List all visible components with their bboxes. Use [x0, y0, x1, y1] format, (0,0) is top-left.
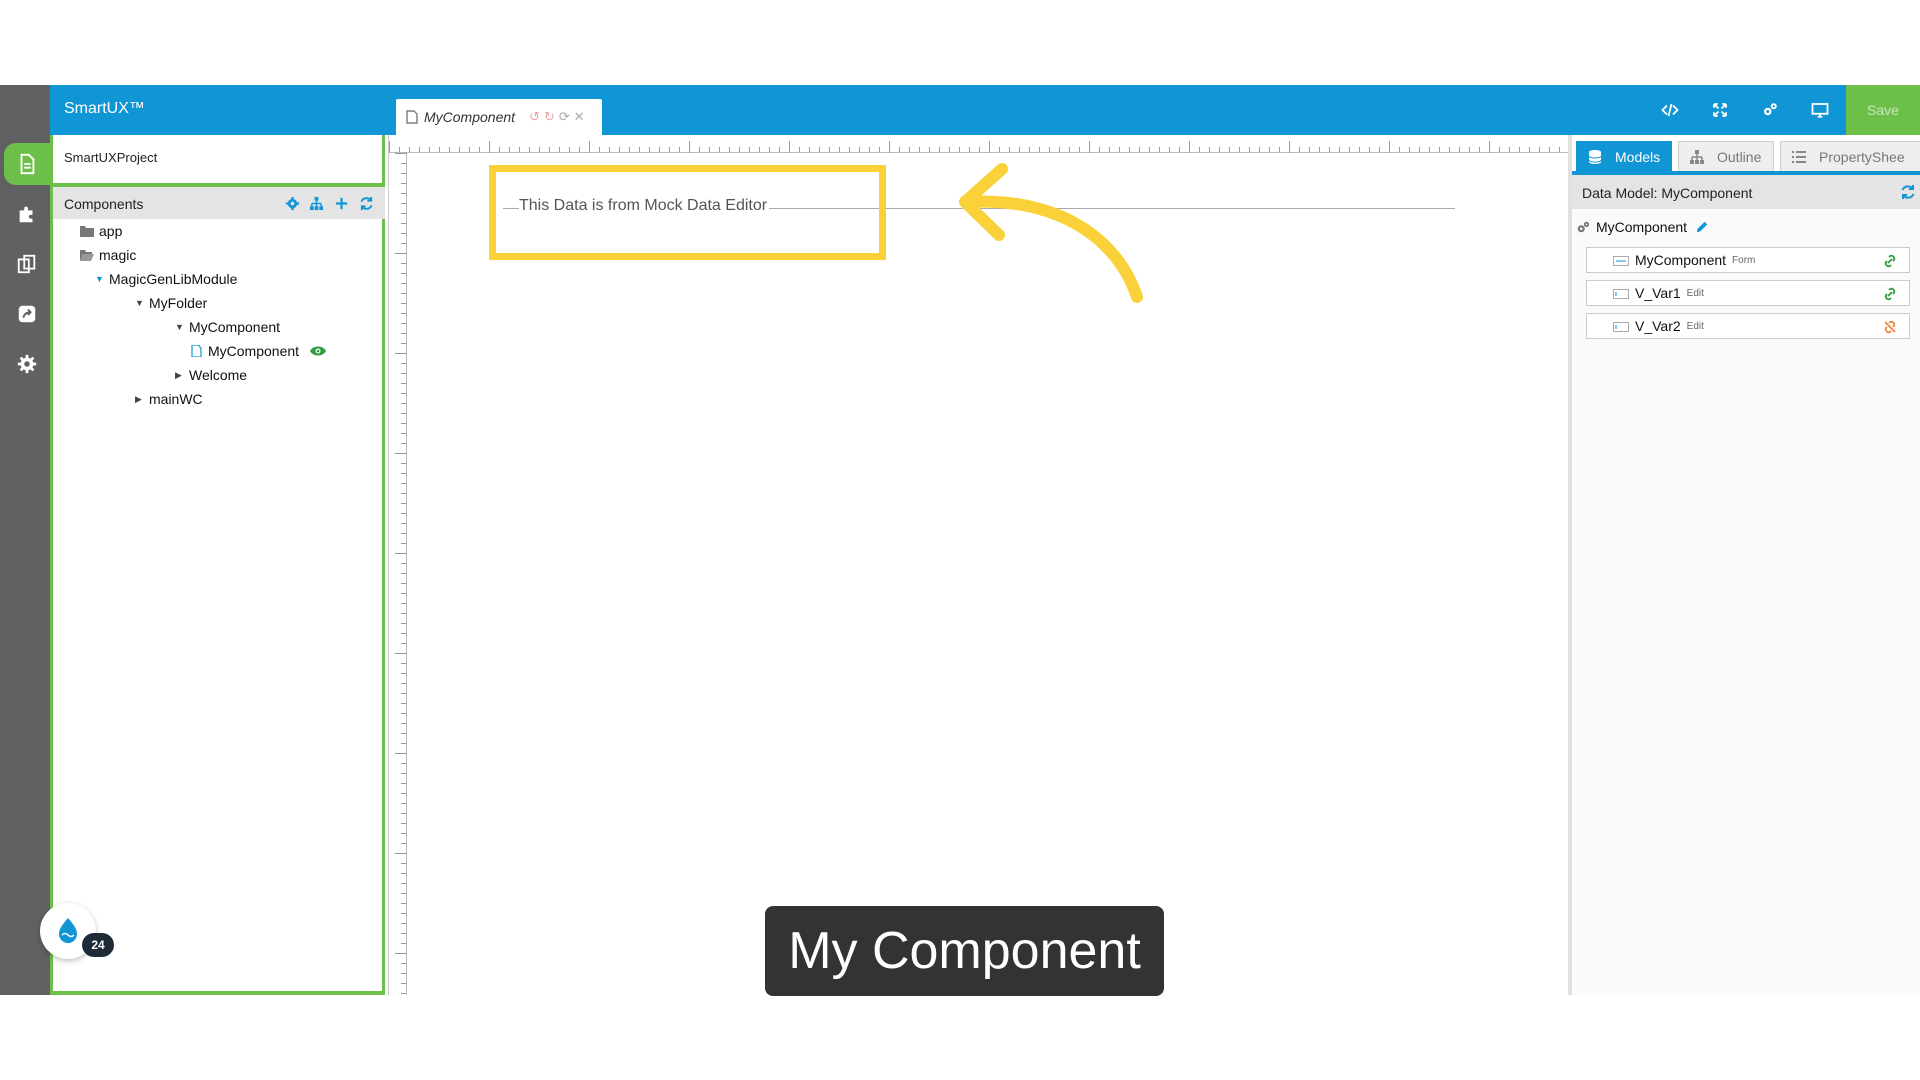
undo-icon[interactable]: ↺ [529, 110, 540, 124]
unlink-icon[interactable] [1883, 320, 1897, 334]
app-brand: SmartUX™ [64, 100, 145, 117]
magic-logo-icon [59, 918, 77, 943]
highlight-box [489, 165, 886, 260]
rail-plugins-button[interactable] [4, 193, 50, 235]
editor-tab[interactable]: MyComponent ↺ ↻ ⟳ ✕ [396, 99, 602, 135]
tab-propertysheet[interactable]: PropertyShee [1780, 141, 1920, 171]
link-icon[interactable] [1883, 287, 1897, 301]
tree-node-app[interactable]: app [80, 221, 122, 241]
data-model-row[interactable]: MyComponent Form [1586, 247, 1910, 273]
save-button[interactable]: Save [1846, 85, 1920, 135]
caret-down-icon[interactable]: ▼ [175, 322, 185, 332]
puzzle-icon [19, 206, 33, 223]
data-model-root[interactable]: MyComponent [1576, 219, 1715, 235]
gear-icon [285, 196, 299, 210]
file-icon [191, 345, 202, 357]
rail-share-button[interactable] [4, 293, 50, 335]
caret-down-icon[interactable]: ▼ [95, 274, 105, 284]
database-icon [1588, 149, 1602, 164]
data-model-title: Data Model: MyComponent [1582, 185, 1753, 201]
arrow-annotation-icon [959, 163, 1143, 303]
refresh-icon[interactable]: ⟳ [559, 110, 570, 124]
gears-icon [1764, 103, 1777, 116]
video-caption: My Component [765, 906, 1164, 996]
data-model-row[interactable]: V_Var1 Edit [1586, 280, 1910, 306]
rail-settings-button[interactable] [4, 343, 50, 385]
project-name: SmartUXProject [64, 150, 158, 165]
sitemap-icon [309, 196, 323, 210]
tree-node-mycomponent-folder[interactable]: ▼ MyComponent [175, 317, 280, 337]
notification-count-badge: 24 [82, 933, 114, 957]
settings-button[interactable] [1758, 98, 1782, 122]
caret-down-icon[interactable]: ▼ [135, 298, 145, 308]
share-icon [18, 305, 36, 323]
project-panel: SmartUXProject Components app magic ▼ Ma… [53, 135, 385, 995]
tab-models[interactable]: Models [1576, 141, 1672, 171]
components-refresh-button[interactable] [358, 195, 374, 211]
pencil-icon[interactable] [1695, 220, 1709, 234]
gears-icon [1577, 221, 1590, 233]
rail-pages-button[interactable] [4, 143, 50, 185]
preview-button[interactable] [1808, 98, 1832, 122]
components-add-button[interactable] [333, 195, 349, 211]
tree-node-magicgenlibmodule[interactable]: ▼ MagicGenLibModule [95, 269, 237, 289]
monitor-icon [1811, 103, 1829, 118]
form-field-icon [1613, 256, 1629, 266]
folder-open-icon [80, 250, 94, 261]
tree-node-mainwc[interactable]: ▶ mainWC [135, 389, 203, 409]
tree-node-magic[interactable]: magic [80, 245, 136, 265]
rail-copy-button[interactable] [4, 243, 50, 285]
data-model-row[interactable]: V_Var2 Edit [1586, 313, 1910, 339]
video-frame: SmartUX™ MyComponent ↺ ↻ ⟳ ✕ Save SmartU… [0, 0, 1920, 1080]
document-icon [20, 153, 35, 175]
vertical-ruler-major-ticks [389, 153, 407, 995]
code-icon [1661, 103, 1679, 117]
link-icon[interactable] [1883, 254, 1897, 268]
copy-icon [17, 254, 36, 274]
caret-right-icon[interactable]: ▶ [135, 394, 145, 405]
project-panel-bottom-border [53, 991, 385, 995]
tree-node-mycomponent-file[interactable]: MyComponent [189, 341, 332, 361]
expand-icon [1713, 103, 1727, 117]
horizontal-ruler-major-ticks [389, 135, 1569, 153]
edit-field-icon [1613, 289, 1629, 299]
design-canvas[interactable]: This Data is from Mock Data Editor [388, 135, 1569, 995]
fullscreen-button[interactable] [1708, 98, 1732, 122]
list-icon [1792, 150, 1806, 163]
tree-node-myfolder[interactable]: ▼ MyFolder [135, 293, 207, 313]
data-model-header: Data Model: MyComponent [1572, 175, 1920, 209]
close-icon[interactable]: ✕ [574, 110, 585, 124]
eye-icon[interactable] [309, 345, 327, 357]
gear-icon [17, 354, 37, 374]
caret-right-icon[interactable]: ▶ [175, 370, 185, 381]
top-bar: SmartUX™ MyComponent ↺ ↻ ⟳ ✕ Save [50, 85, 1920, 135]
components-hierarchy-button[interactable] [308, 195, 324, 211]
data-model-panel: Models Outline PropertyShee Data Model: … [1568, 135, 1920, 995]
tree-node-welcome[interactable]: ▶ Welcome [175, 365, 247, 385]
folder-icon [80, 226, 94, 237]
refresh-icon[interactable] [1900, 184, 1916, 200]
smartux-window: SmartUX™ MyComponent ↺ ↻ ⟳ ✕ Save SmartU… [0, 85, 1920, 995]
sitemap-icon [1690, 149, 1704, 164]
file-icon [406, 110, 418, 124]
editor-tab-title: MyComponent [424, 109, 516, 125]
components-header: Components [53, 187, 385, 219]
refresh-icon [359, 196, 373, 210]
redo-icon[interactable]: ↻ [544, 110, 555, 124]
components-settings-button[interactable] [284, 195, 300, 211]
plus-icon [335, 197, 347, 209]
right-panel-tabs: Models Outline PropertyShee [1572, 135, 1920, 175]
tab-outline[interactable]: Outline [1678, 141, 1774, 171]
code-view-button[interactable] [1658, 98, 1682, 122]
edit-field-icon [1613, 322, 1629, 332]
left-icon-rail [0, 85, 50, 995]
components-title: Components [64, 196, 144, 212]
